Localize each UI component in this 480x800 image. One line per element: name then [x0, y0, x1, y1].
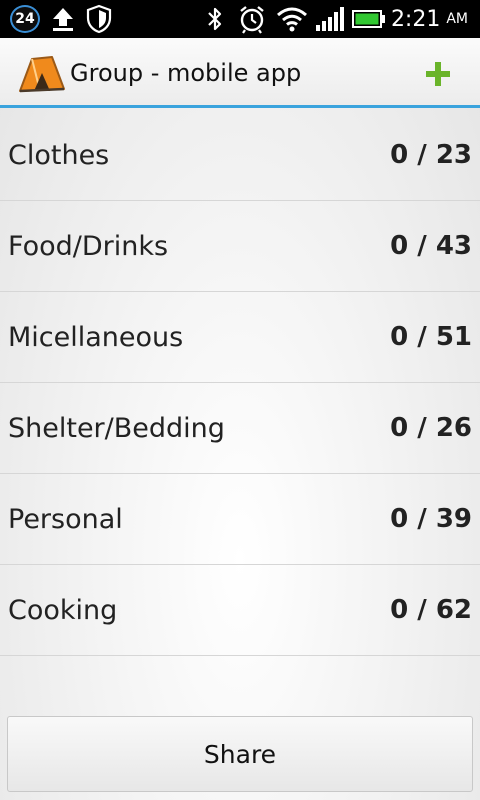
page-title: Group - mobile app [70, 59, 302, 87]
shield-icon [86, 0, 112, 38]
add-button[interactable] [416, 52, 460, 96]
list-item-micellaneous[interactable]: Micellaneous 0 / 51 [0, 292, 480, 383]
list-item-label: Clothes [8, 139, 110, 171]
share-button[interactable]: Share [7, 716, 473, 792]
category-list: Clothes 0 / 23 Food/Drinks 0 / 43 Micell… [0, 110, 480, 656]
clock-time: 2:21 [390, 6, 441, 32]
battery-icon [352, 0, 386, 38]
list-item-shelter-bedding[interactable]: Shelter/Bedding 0 / 26 [0, 383, 480, 474]
list-item-personal[interactable]: Personal 0 / 39 [0, 474, 480, 565]
list-item-count: 0 / 26 [390, 413, 472, 443]
list-item-clothes[interactable]: Clothes 0 / 23 [0, 110, 480, 201]
list-item-count: 0 / 23 [390, 140, 472, 170]
list-item-label: Personal [8, 503, 123, 535]
clock-ampm: AM [446, 11, 468, 27]
list-item-label: Food/Drinks [8, 230, 169, 262]
list-item-count: 0 / 62 [390, 595, 472, 625]
upload-icon [50, 0, 76, 38]
status-bar: 24 2:21 AM [0, 0, 480, 38]
list-item-label: Shelter/Bedding [8, 412, 225, 444]
action-bar: Group - mobile app [0, 38, 480, 108]
list-item-label: Cooking [8, 594, 118, 626]
tent-logo-icon[interactable] [16, 53, 66, 95]
list-item-cooking[interactable]: Cooking 0 / 62 [0, 565, 480, 656]
list-item-count: 0 / 51 [390, 322, 472, 352]
alarm-icon [238, 0, 266, 38]
list-item-count: 0 / 39 [390, 504, 472, 534]
list-item-label: Micellaneous [8, 321, 184, 353]
signal-icon [314, 0, 346, 38]
bluetooth-icon [205, 0, 225, 38]
list-item-count: 0 / 43 [390, 231, 472, 261]
status-time: 2:21 AM [391, 0, 468, 38]
wifi-icon [275, 0, 309, 38]
list-item-food-drinks[interactable]: Food/Drinks 0 / 43 [0, 201, 480, 292]
notification-badge: 24 [10, 5, 40, 33]
plus-icon [426, 62, 450, 86]
